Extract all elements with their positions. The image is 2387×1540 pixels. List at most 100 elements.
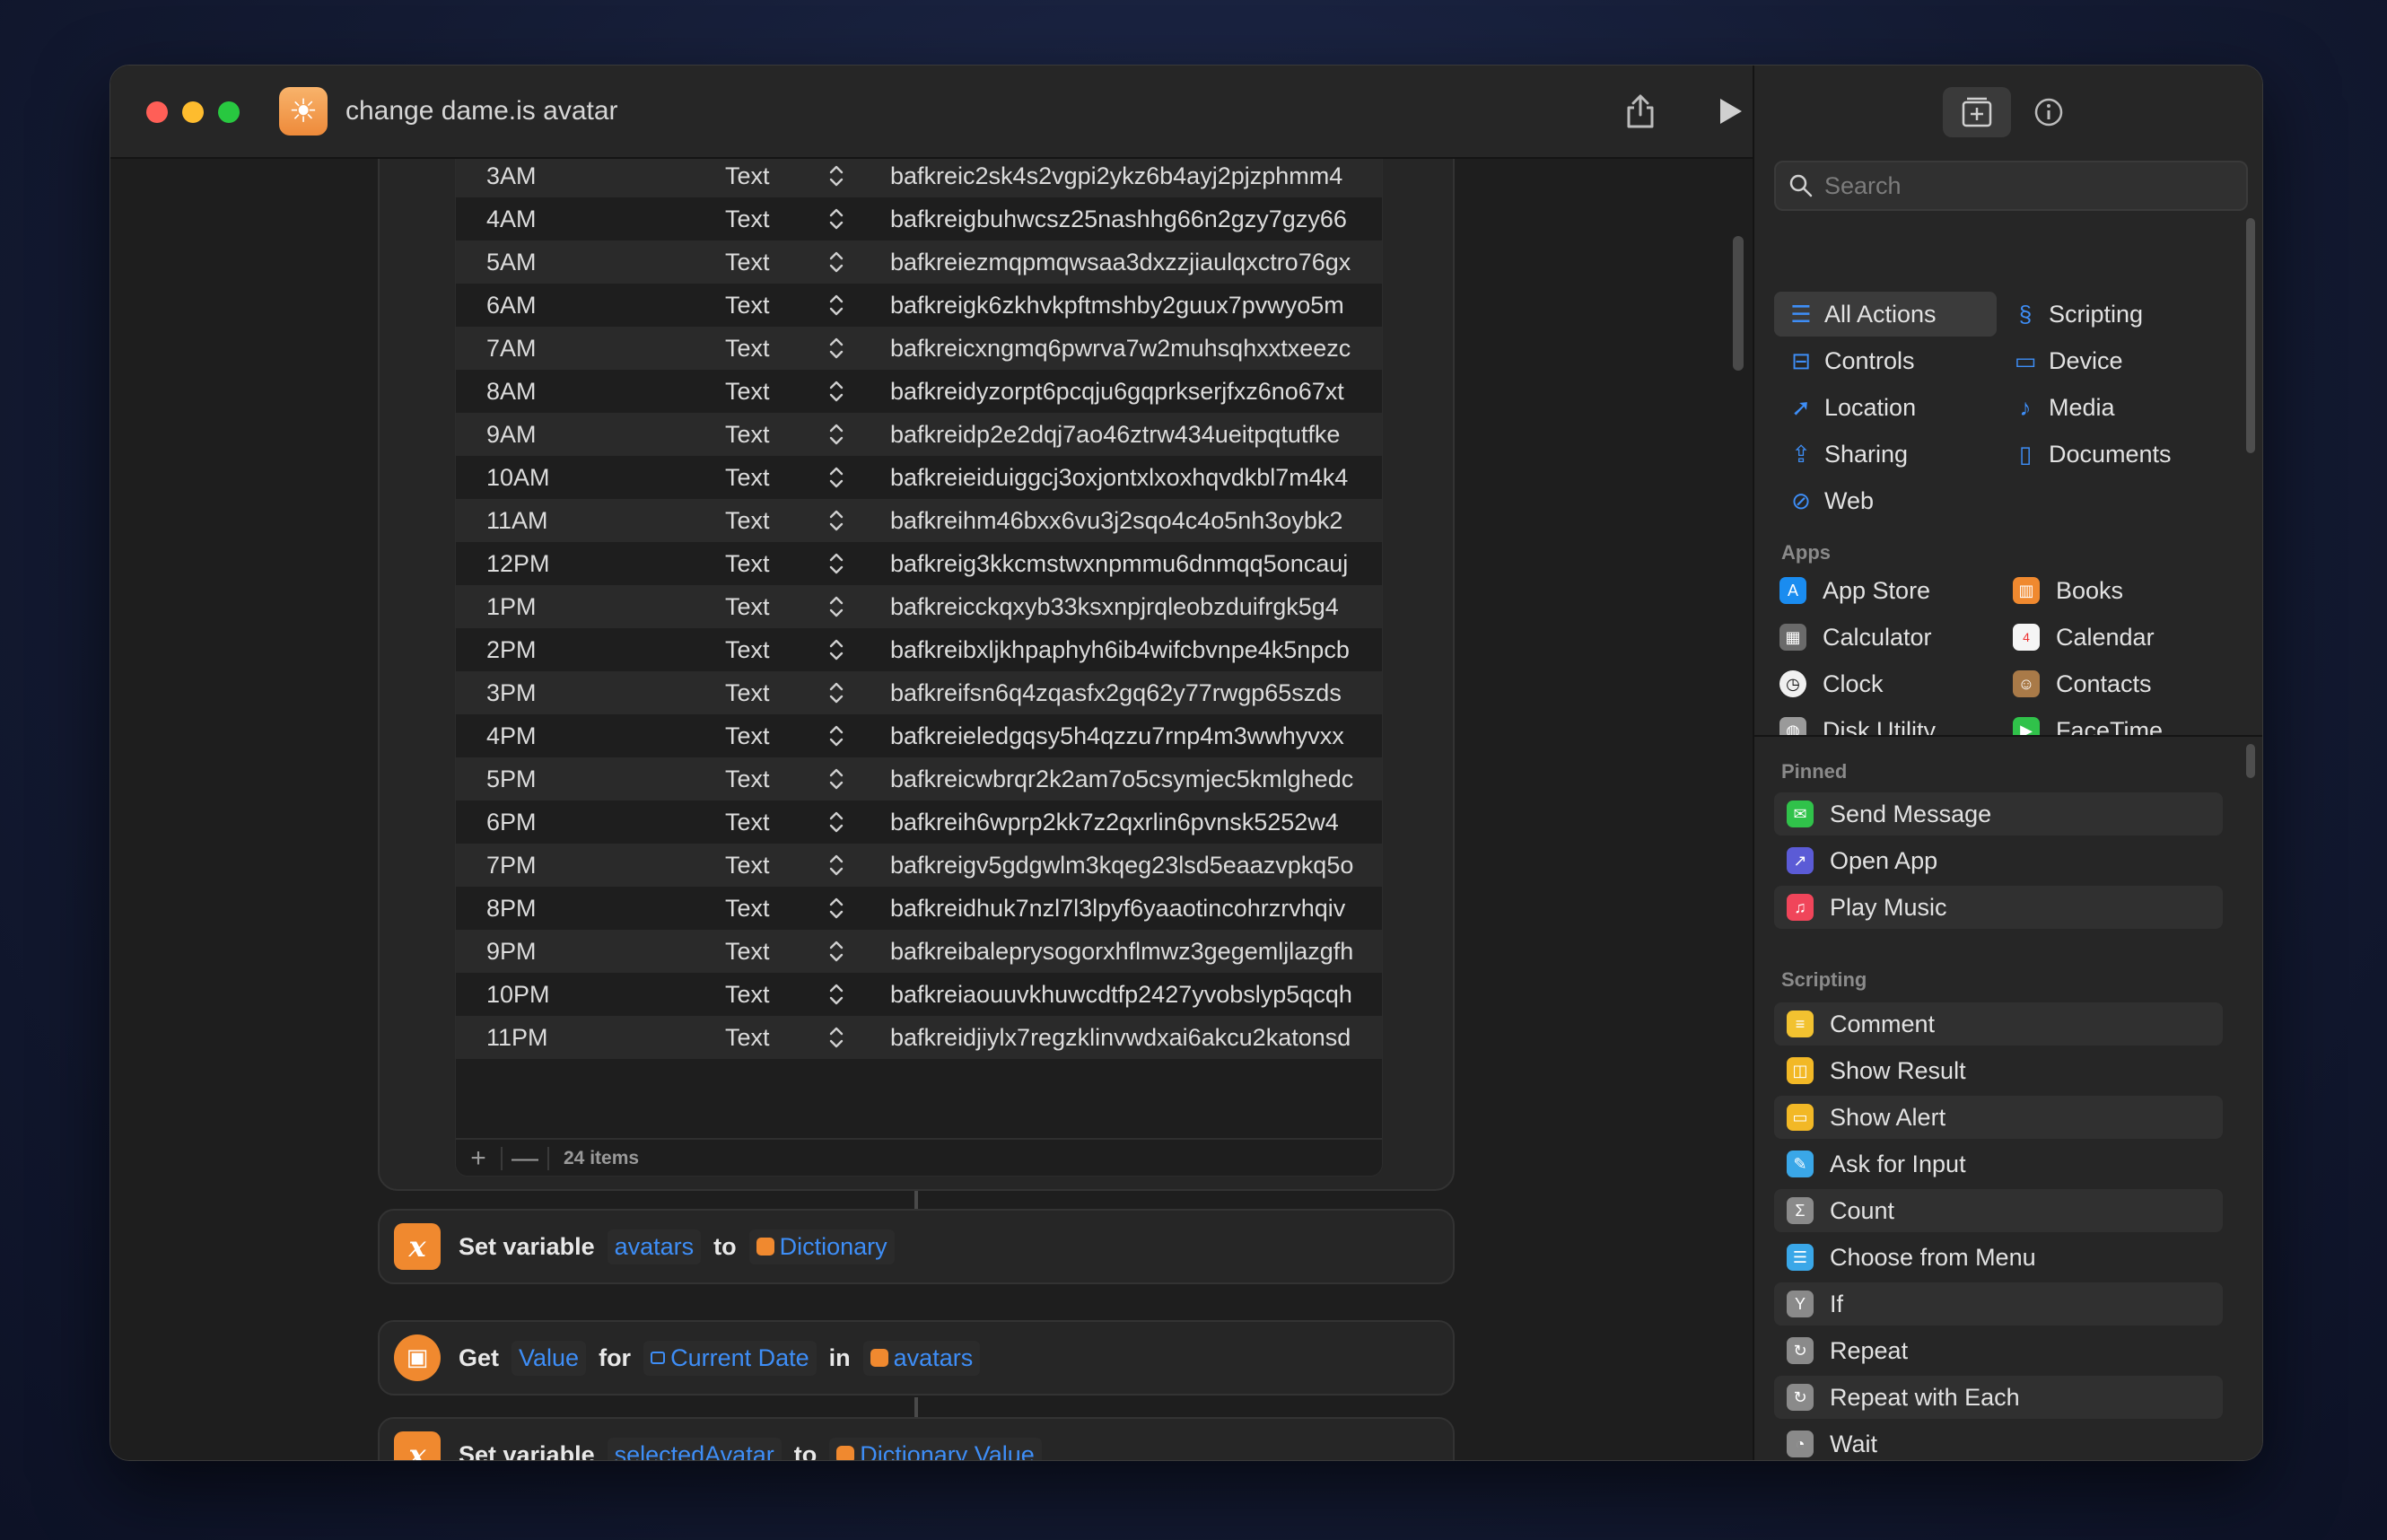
dictionary-key[interactable]: 2PM — [486, 636, 537, 664]
scripting-action[interactable]: ✎ Ask for Input — [1774, 1142, 2223, 1186]
scripting-action[interactable]: ↻ Repeat — [1774, 1329, 2223, 1372]
dictionary-action-card[interactable]: 3AM Text bafkreic2sk4s2vgpi2ykz6b4ayj2pjzp… — [378, 119, 1455, 1191]
search-input[interactable] — [1824, 171, 2219, 200]
dictionary-value-token[interactable]: Dictionary Value — [829, 1437, 1042, 1460]
close-window-button[interactable] — [146, 101, 168, 123]
dictionary-value[interactable]: bafkreicwbrqr2k2am7o5csymjec5kmlghedc — [890, 766, 1353, 793]
category-scripting[interactable]: § Scripting — [1998, 292, 2223, 337]
get-dictionary-value-action[interactable]: ▣ Get Value for Current Date in avatars — [378, 1320, 1455, 1396]
scripting-action[interactable]: ≡ Comment — [1774, 1002, 2223, 1046]
dictionary-key[interactable]: 7AM — [486, 335, 537, 363]
current-date-token[interactable]: Current Date — [643, 1340, 817, 1376]
dictionary-value[interactable]: bafkreic2sk4s2vgpi2ykz6b4ayj2pjzphmm4 — [890, 162, 1342, 190]
dictionary-key[interactable]: 3PM — [486, 679, 537, 707]
dictionary-row[interactable]: 10AM Text bafkreieiduiggcj3oxjontxlxoxhqvd… — [456, 456, 1382, 499]
dictionary-key[interactable]: 8AM — [486, 378, 537, 406]
type-stepper-icon[interactable] — [827, 722, 845, 749]
dictionary-type[interactable]: Text — [725, 636, 770, 664]
dictionary-value[interactable]: bafkreigv5gdgwlm3kqeg23lsd5eaazvpkq5o — [890, 852, 1353, 879]
app-books[interactable]: ▥ Books — [1997, 568, 2123, 613]
dictionary-value[interactable]: bafkreigk6zkhvkpftmshby2guux7pvwyo5m — [890, 292, 1344, 319]
dictionary-row[interactable]: 12PM Text bafkreig3kkcmstwxnpmmu6dnmqq5onc… — [456, 542, 1382, 585]
dictionary-row[interactable]: 4AM Text bafkreigbuhwcsz25nashhg66n2gzy7gz… — [456, 197, 1382, 241]
dictionary-type[interactable]: Text — [725, 378, 770, 406]
set-variable-action[interactable]: x Set variable selectedAvatar to Diction… — [378, 1417, 1455, 1460]
dictionary-value[interactable]: bafkreiezmqpmqwsaa3dxzzjiaulqxctro76gx — [890, 249, 1351, 276]
pinned-action[interactable]: ♫ Play Music — [1774, 886, 2223, 929]
type-stepper-icon[interactable] — [827, 249, 845, 276]
dictionary-type[interactable]: Text — [725, 938, 770, 966]
type-stepper-icon[interactable] — [827, 636, 845, 663]
dictionary-row[interactable]: 7PM Text bafkreigv5gdgwlm3kqeg23lsd5eaazvp… — [456, 844, 1382, 887]
scripting-action[interactable]: ▭ Show Alert — [1774, 1096, 2223, 1139]
dictionary-row[interactable]: 6AM Text bafkreigk6zkhvkpftmshby2guux7pvwy… — [456, 284, 1382, 327]
dictionary-row[interactable]: 11AM Text bafkreihm46bxx6vu3j2sqo4c4o5nh3o… — [456, 499, 1382, 542]
editor-scrollbar[interactable] — [1733, 236, 1744, 371]
details-button[interactable] — [2024, 87, 2074, 137]
action-search-field[interactable] — [1774, 161, 2248, 211]
dictionary-type[interactable]: Text — [725, 335, 770, 363]
dictionary-key[interactable]: 4PM — [486, 722, 537, 750]
type-stepper-icon[interactable] — [827, 766, 845, 792]
dictionary-key[interactable]: 4AM — [486, 206, 537, 233]
variable-name-token[interactable]: avatars — [607, 1229, 702, 1264]
category-sharing[interactable]: ⇪ Sharing — [1774, 432, 1997, 477]
dictionary-value[interactable]: bafkreig3kkcmstwxnpmmu6dnmqq5oncauj — [890, 550, 1348, 578]
dictionary-row[interactable]: 5AM Text bafkreiezmqpmqwsaa3dxzzjiaulqxctr… — [456, 241, 1382, 284]
dictionary-type[interactable]: Text — [725, 249, 770, 276]
scripting-action[interactable]: Σ Count — [1774, 1189, 2223, 1232]
dictionary-row[interactable]: 4PM Text bafkreieledgqsy5h4qzzu7rnp4m3wwhy… — [456, 714, 1382, 757]
scripting-action[interactable]: ◫ Show Result — [1774, 1049, 2223, 1092]
type-stepper-icon[interactable] — [827, 938, 845, 965]
dictionary-key[interactable]: 10AM — [486, 464, 550, 492]
pinned-action[interactable]: ↗ Open App — [1774, 839, 2223, 882]
app-facetime[interactable]: ▶ FaceTime — [1997, 708, 2163, 735]
scripting-action[interactable]: ☰ Choose from Menu — [1774, 1236, 2223, 1279]
category-device[interactable]: ▭ Device — [1998, 338, 2223, 383]
dictionary-key[interactable]: 3AM — [486, 162, 537, 190]
dictionary-key[interactable]: 12PM — [486, 550, 550, 578]
category-media[interactable]: ♪ Media — [1998, 385, 2223, 430]
dictionary-key[interactable]: 8PM — [486, 895, 537, 923]
dictionary-type[interactable]: Text — [725, 593, 770, 621]
avatars-variable-token[interactable]: avatars — [862, 1340, 981, 1376]
dictionary-value[interactable]: bafkreieiduiggcj3oxjontxlxoxhqvdkbl7m4k4 — [890, 464, 1348, 492]
dictionary-type[interactable]: Text — [725, 550, 770, 578]
dictionary-key[interactable]: 9PM — [486, 938, 537, 966]
category-location[interactable]: ➚ Location — [1774, 385, 1997, 430]
type-stepper-icon[interactable] — [827, 593, 845, 620]
dictionary-value[interactable]: bafkreidhuk7nzl7l3lpyf6yaaotincohrzrvhqi… — [890, 895, 1345, 923]
dictionary-value[interactable]: bafkreiaouuvkhuwcdtfp2427yvobslyp5qcqh — [890, 981, 1352, 1009]
dictionary-value[interactable]: bafkreicxngmq6pwrva7w2muhsqhxxtxeezc — [890, 335, 1351, 363]
type-stepper-icon[interactable] — [827, 335, 845, 362]
dictionary-row[interactable]: 1PM Text bafkreicckqxyb33ksxnpjrqleobzduif… — [456, 585, 1382, 628]
variable-name-token[interactable]: selectedAvatar — [607, 1437, 782, 1460]
run-button[interactable] — [1708, 89, 1753, 134]
dictionary-token[interactable]: Dictionary — [748, 1229, 895, 1264]
dictionary-value[interactable]: bafkreifsn6q4zqasfx2gq62y77rwgp65szds — [890, 679, 1342, 707]
type-stepper-icon[interactable] — [827, 1024, 845, 1051]
dictionary-value[interactable]: bafkreidyzorpt6pcqju6gqprkserjfxz6no67xt — [890, 378, 1344, 406]
dictionary-row[interactable]: 11PM Text bafkreidjiylx7regzklinvwdxai6akc… — [456, 1016, 1382, 1059]
dictionary-key[interactable]: 7PM — [486, 852, 537, 879]
dictionary-type[interactable]: Text — [725, 206, 770, 233]
dictionary-type[interactable]: Text — [725, 162, 770, 190]
app-calculator[interactable]: ▦ Calculator — [1763, 615, 1932, 660]
category-documents[interactable]: ▯ Documents — [1998, 432, 2223, 477]
type-stepper-icon[interactable] — [827, 162, 845, 189]
dictionary-key[interactable]: 6AM — [486, 292, 537, 319]
dictionary-value[interactable]: bafkreigbuhwcsz25nashhg66n2gzy7gzy66 — [890, 206, 1347, 233]
set-variable-action[interactable]: x Set variable avatars to Dictionary — [378, 1209, 1455, 1284]
scripting-action[interactable]: ◔ Wait — [1774, 1422, 2223, 1460]
scripting-action[interactable]: ↻ Repeat with Each — [1774, 1376, 2223, 1419]
dictionary-row[interactable]: 3PM Text bafkreifsn6q4zqasfx2gq62y77rwgp65… — [456, 671, 1382, 714]
dictionary-type[interactable]: Text — [725, 1024, 770, 1052]
type-stepper-icon[interactable] — [827, 679, 845, 706]
dictionary-row[interactable]: 8AM Text bafkreidyzorpt6pcqju6gqprkserjfxz… — [456, 370, 1382, 413]
category-controls[interactable]: ⊟ Controls — [1774, 338, 1997, 383]
dictionary-key[interactable]: 11AM — [486, 507, 548, 535]
dictionary-row[interactable]: 9PM Text bafkreibaleprysogorxhflmwz3gegeml… — [456, 930, 1382, 973]
dictionary-value[interactable]: bafkreicckqxyb33ksxnpjrqleobzduifrgk5g4 — [890, 593, 1339, 621]
type-stepper-icon[interactable] — [827, 981, 845, 1008]
dictionary-value[interactable]: bafkreidp2e2dqj7ao46ztrw434ueitpqtutfke — [890, 421, 1340, 449]
